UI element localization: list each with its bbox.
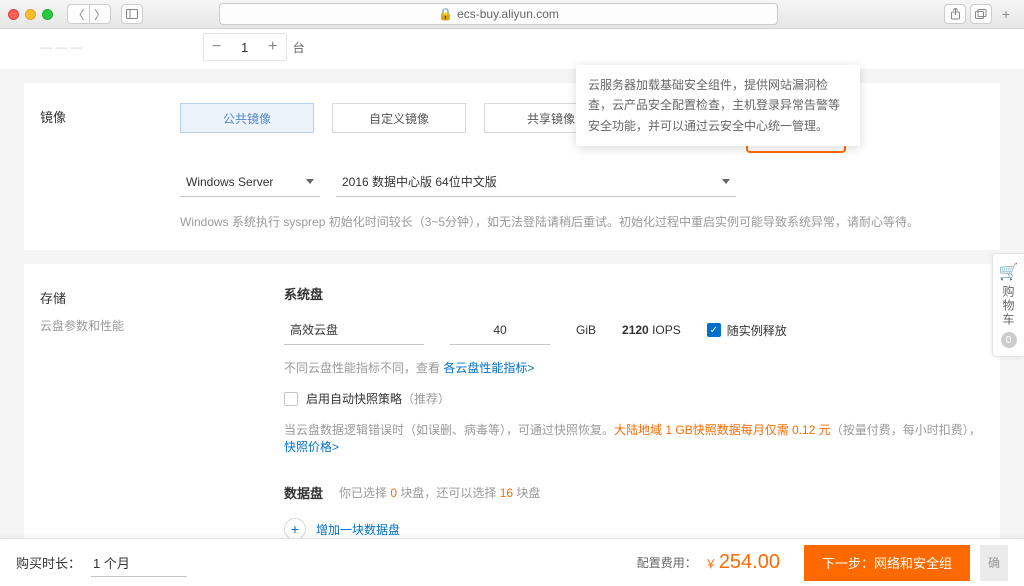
storage-card: 存储 云盘参数和性能 系统盘 高效云盘 40 GiB 2120 IOPS ✓ 随…: [24, 264, 1000, 560]
image-hint: Windows 系统执行 sysprep 初始化时间较长（3~5分钟），如无法登…: [180, 213, 984, 230]
storage-sub-label: 云盘参数和性能: [40, 317, 124, 334]
release-label: 随实例释放: [727, 322, 787, 339]
tab-public-image[interactable]: 公共镜像: [180, 103, 314, 133]
snapshot-label: 启用自动快照策略（推荐）: [306, 390, 450, 407]
cart-count-badge: 0: [1001, 332, 1017, 348]
price-label: 配置费用：: [637, 554, 697, 571]
currency-symbol: ￥: [705, 555, 717, 572]
disk-perf-hint: 不同云盘性能指标不同，查看 各云盘性能指标>: [284, 359, 984, 376]
back-button[interactable]: 〈: [67, 4, 89, 24]
lock-icon: 🔒: [438, 7, 453, 21]
image-section-label: 镜像: [40, 103, 70, 230]
add-data-disk-button[interactable]: +: [284, 518, 306, 540]
qty-value: 1: [230, 40, 260, 55]
share-button[interactable]: [944, 4, 966, 24]
cart-sidebar[interactable]: 🛒 购物车 0: [992, 253, 1024, 357]
nav-back-forward: 〈 〉: [67, 4, 111, 24]
qty-plus-button[interactable]: +: [260, 34, 286, 60]
os-select-value: Windows Server: [186, 175, 273, 189]
sidebar-toggle-button[interactable]: [121, 4, 143, 24]
release-with-instance-checkbox[interactable]: ✓ 随实例释放: [707, 322, 787, 339]
total-price: ￥ 254.00: [705, 551, 780, 574]
snapshot-price-link[interactable]: 快照价格>: [284, 440, 339, 454]
footer-bar: 购买时长： 1 个月 配置费用： ￥ 254.00 下一步：网络和安全组 确: [0, 538, 1024, 586]
storage-section-label: 存储: [40, 284, 124, 307]
price-value: 254.00: [719, 551, 780, 574]
disk-size-unit: GiB: [576, 323, 596, 337]
confirm-button[interactable]: 确: [980, 545, 1008, 581]
url-text: ecs-buy.aliyun.com: [457, 7, 559, 21]
forward-button[interactable]: 〉: [89, 4, 111, 24]
security-tooltip: 云服务器加载基础安全组件，提供网站漏洞检查，云产品安全配置检查，主机登录异常告警…: [576, 65, 860, 146]
os-version-select[interactable]: 2016 数据中心版 64位中文版: [336, 167, 736, 197]
duration-picker: 购买时长： 1 个月: [16, 549, 187, 577]
tab-custom-image[interactable]: 自定义镜像: [332, 103, 466, 133]
image-card: 镜像 公共镜像 自定义镜像 共享镜像 镜像市 云服务器加载基础安全组件，提供网站…: [24, 83, 1000, 250]
disk-type-select[interactable]: 高效云盘: [284, 315, 424, 345]
add-data-disk-label[interactable]: 增加一块数据盘: [316, 521, 400, 538]
disk-size-value: 40: [493, 323, 506, 337]
snapshot-checkbox[interactable]: [284, 392, 298, 406]
cart-label: 购物车: [1000, 285, 1017, 327]
data-disk-title: 数据盘: [284, 483, 323, 502]
os-version-value: 2016 数据中心版 64位中文版: [342, 173, 497, 190]
address-bar[interactable]: 🔒 ecs-buy.aliyun.com: [219, 3, 778, 25]
caret-icon: [306, 179, 314, 184]
qty-minus-button[interactable]: −: [204, 34, 230, 60]
duration-label: 购买时长：: [16, 553, 81, 572]
minimize-window-icon[interactable]: [25, 9, 36, 20]
duration-value: 1 个月: [93, 553, 130, 572]
disk-perf-link[interactable]: 各云盘性能指标>: [443, 361, 534, 375]
caret-icon: [722, 179, 730, 184]
next-step-button[interactable]: 下一步：网络和安全组: [804, 545, 970, 581]
quantity-stepper[interactable]: − 1 +: [203, 33, 287, 61]
disk-size-input[interactable]: 40: [450, 315, 550, 345]
qty-unit: 台: [293, 39, 305, 56]
window-controls: [8, 9, 53, 20]
close-window-icon[interactable]: [8, 9, 19, 20]
duration-select[interactable]: 1 个月: [91, 549, 187, 577]
disk-iops: 2120 IOPS: [622, 323, 681, 337]
new-tab-button[interactable]: +: [996, 4, 1016, 24]
cart-icon: 🛒: [999, 262, 1019, 282]
browser-chrome: 〈 〉 🔒 ecs-buy.aliyun.com +: [0, 0, 1024, 29]
quantity-row: — — — − 1 + 台: [0, 29, 1024, 69]
data-disk-count: 你已选择 0 块盘，还可以选择 16 块盘: [339, 484, 540, 501]
os-select[interactable]: Windows Server: [180, 167, 320, 197]
maximize-window-icon[interactable]: [42, 9, 53, 20]
tabs-button[interactable]: [970, 4, 992, 24]
snapshot-desc: 当云盘数据逻辑错误时（如误删、病毒等），可通过快照恢复。大陆地域 1 GB快照数…: [284, 421, 984, 455]
system-disk-title: 系统盘: [284, 284, 984, 303]
disk-type-value: 高效云盘: [290, 321, 338, 338]
checkbox-checked-icon: ✓: [707, 323, 721, 337]
